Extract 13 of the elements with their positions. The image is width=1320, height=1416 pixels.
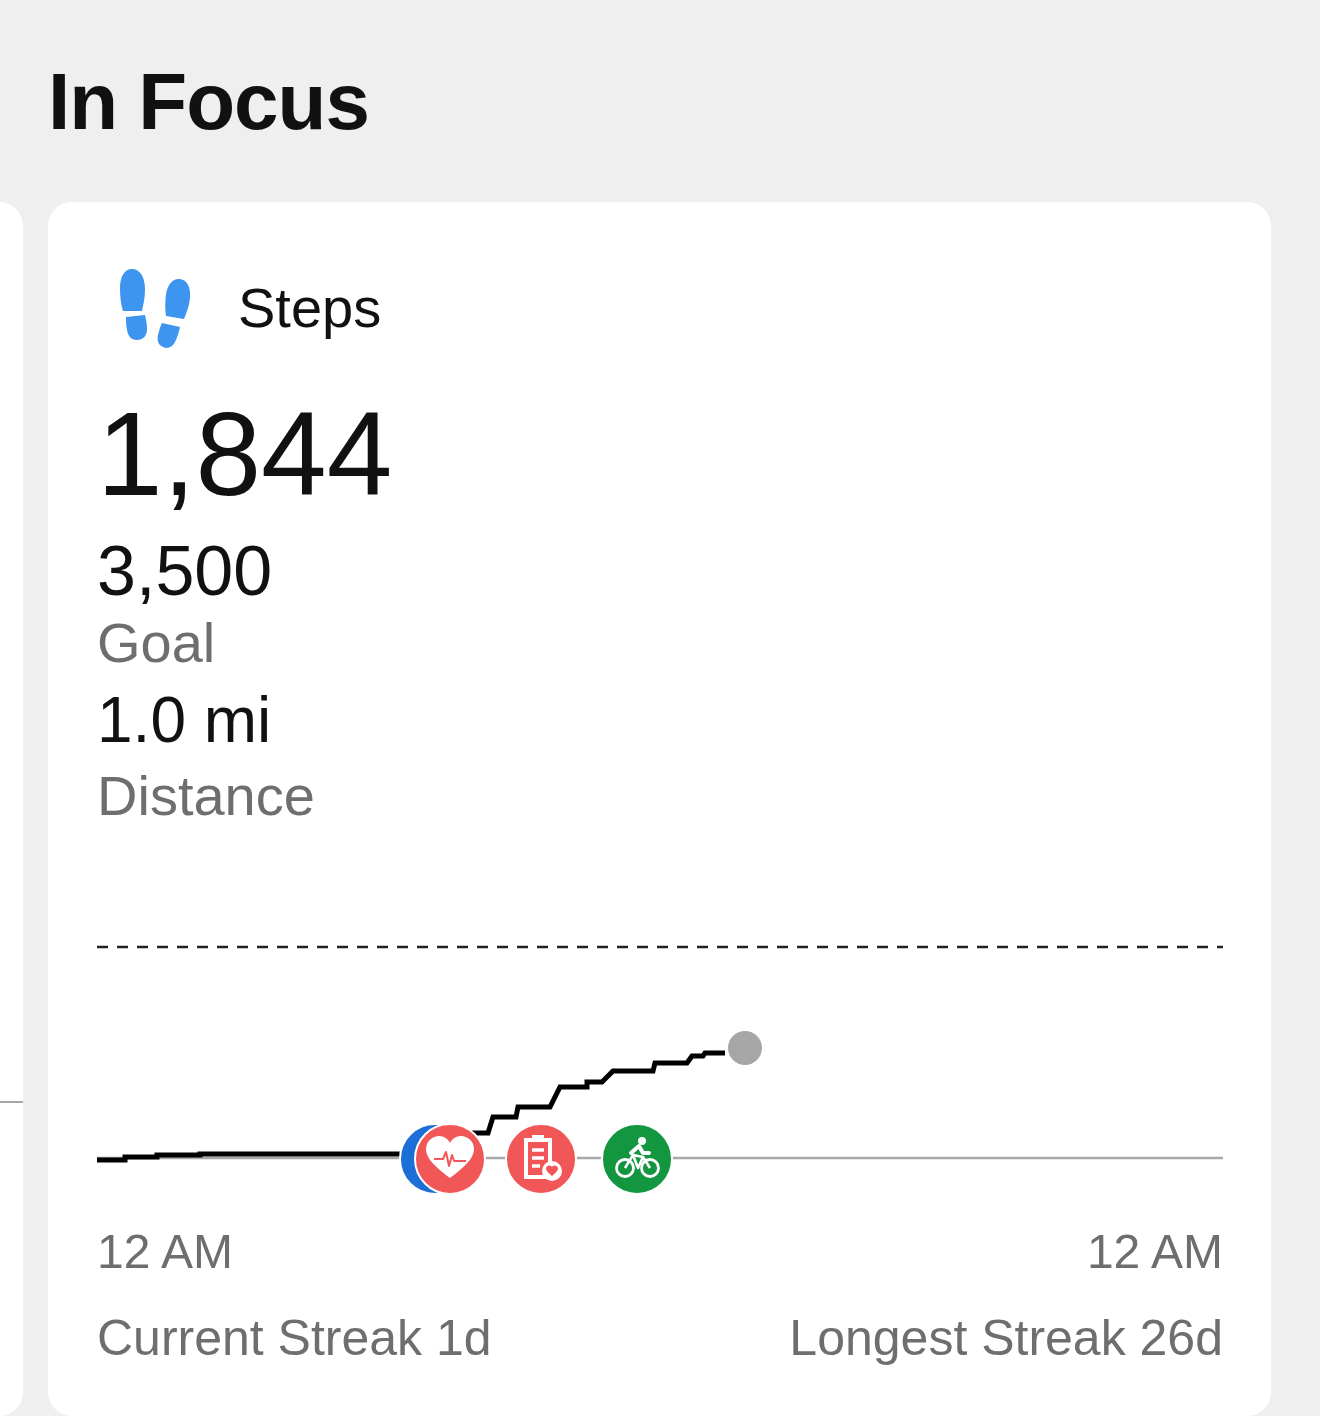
axis-label: 12 AM: [97, 1225, 234, 1279]
current-point-marker: [728, 1031, 762, 1066]
stat-label: Distance: [97, 764, 315, 828]
stat-value: 1.0 mi: [97, 684, 272, 757]
axis-label: 12 AM: [1086, 1225, 1223, 1279]
section-title: In Focus: [48, 57, 369, 147]
step-count: 1,844: [97, 387, 393, 520]
stat-label: Goal: [97, 612, 216, 675]
streak-text: Longest Streak 26d: [789, 1310, 1223, 1366]
stat-value: 3,500: [97, 531, 273, 611]
footprints-icon: [118, 268, 192, 349]
card-title: Steps: [238, 277, 382, 340]
streak-text: Current Streak 1d: [97, 1310, 492, 1366]
